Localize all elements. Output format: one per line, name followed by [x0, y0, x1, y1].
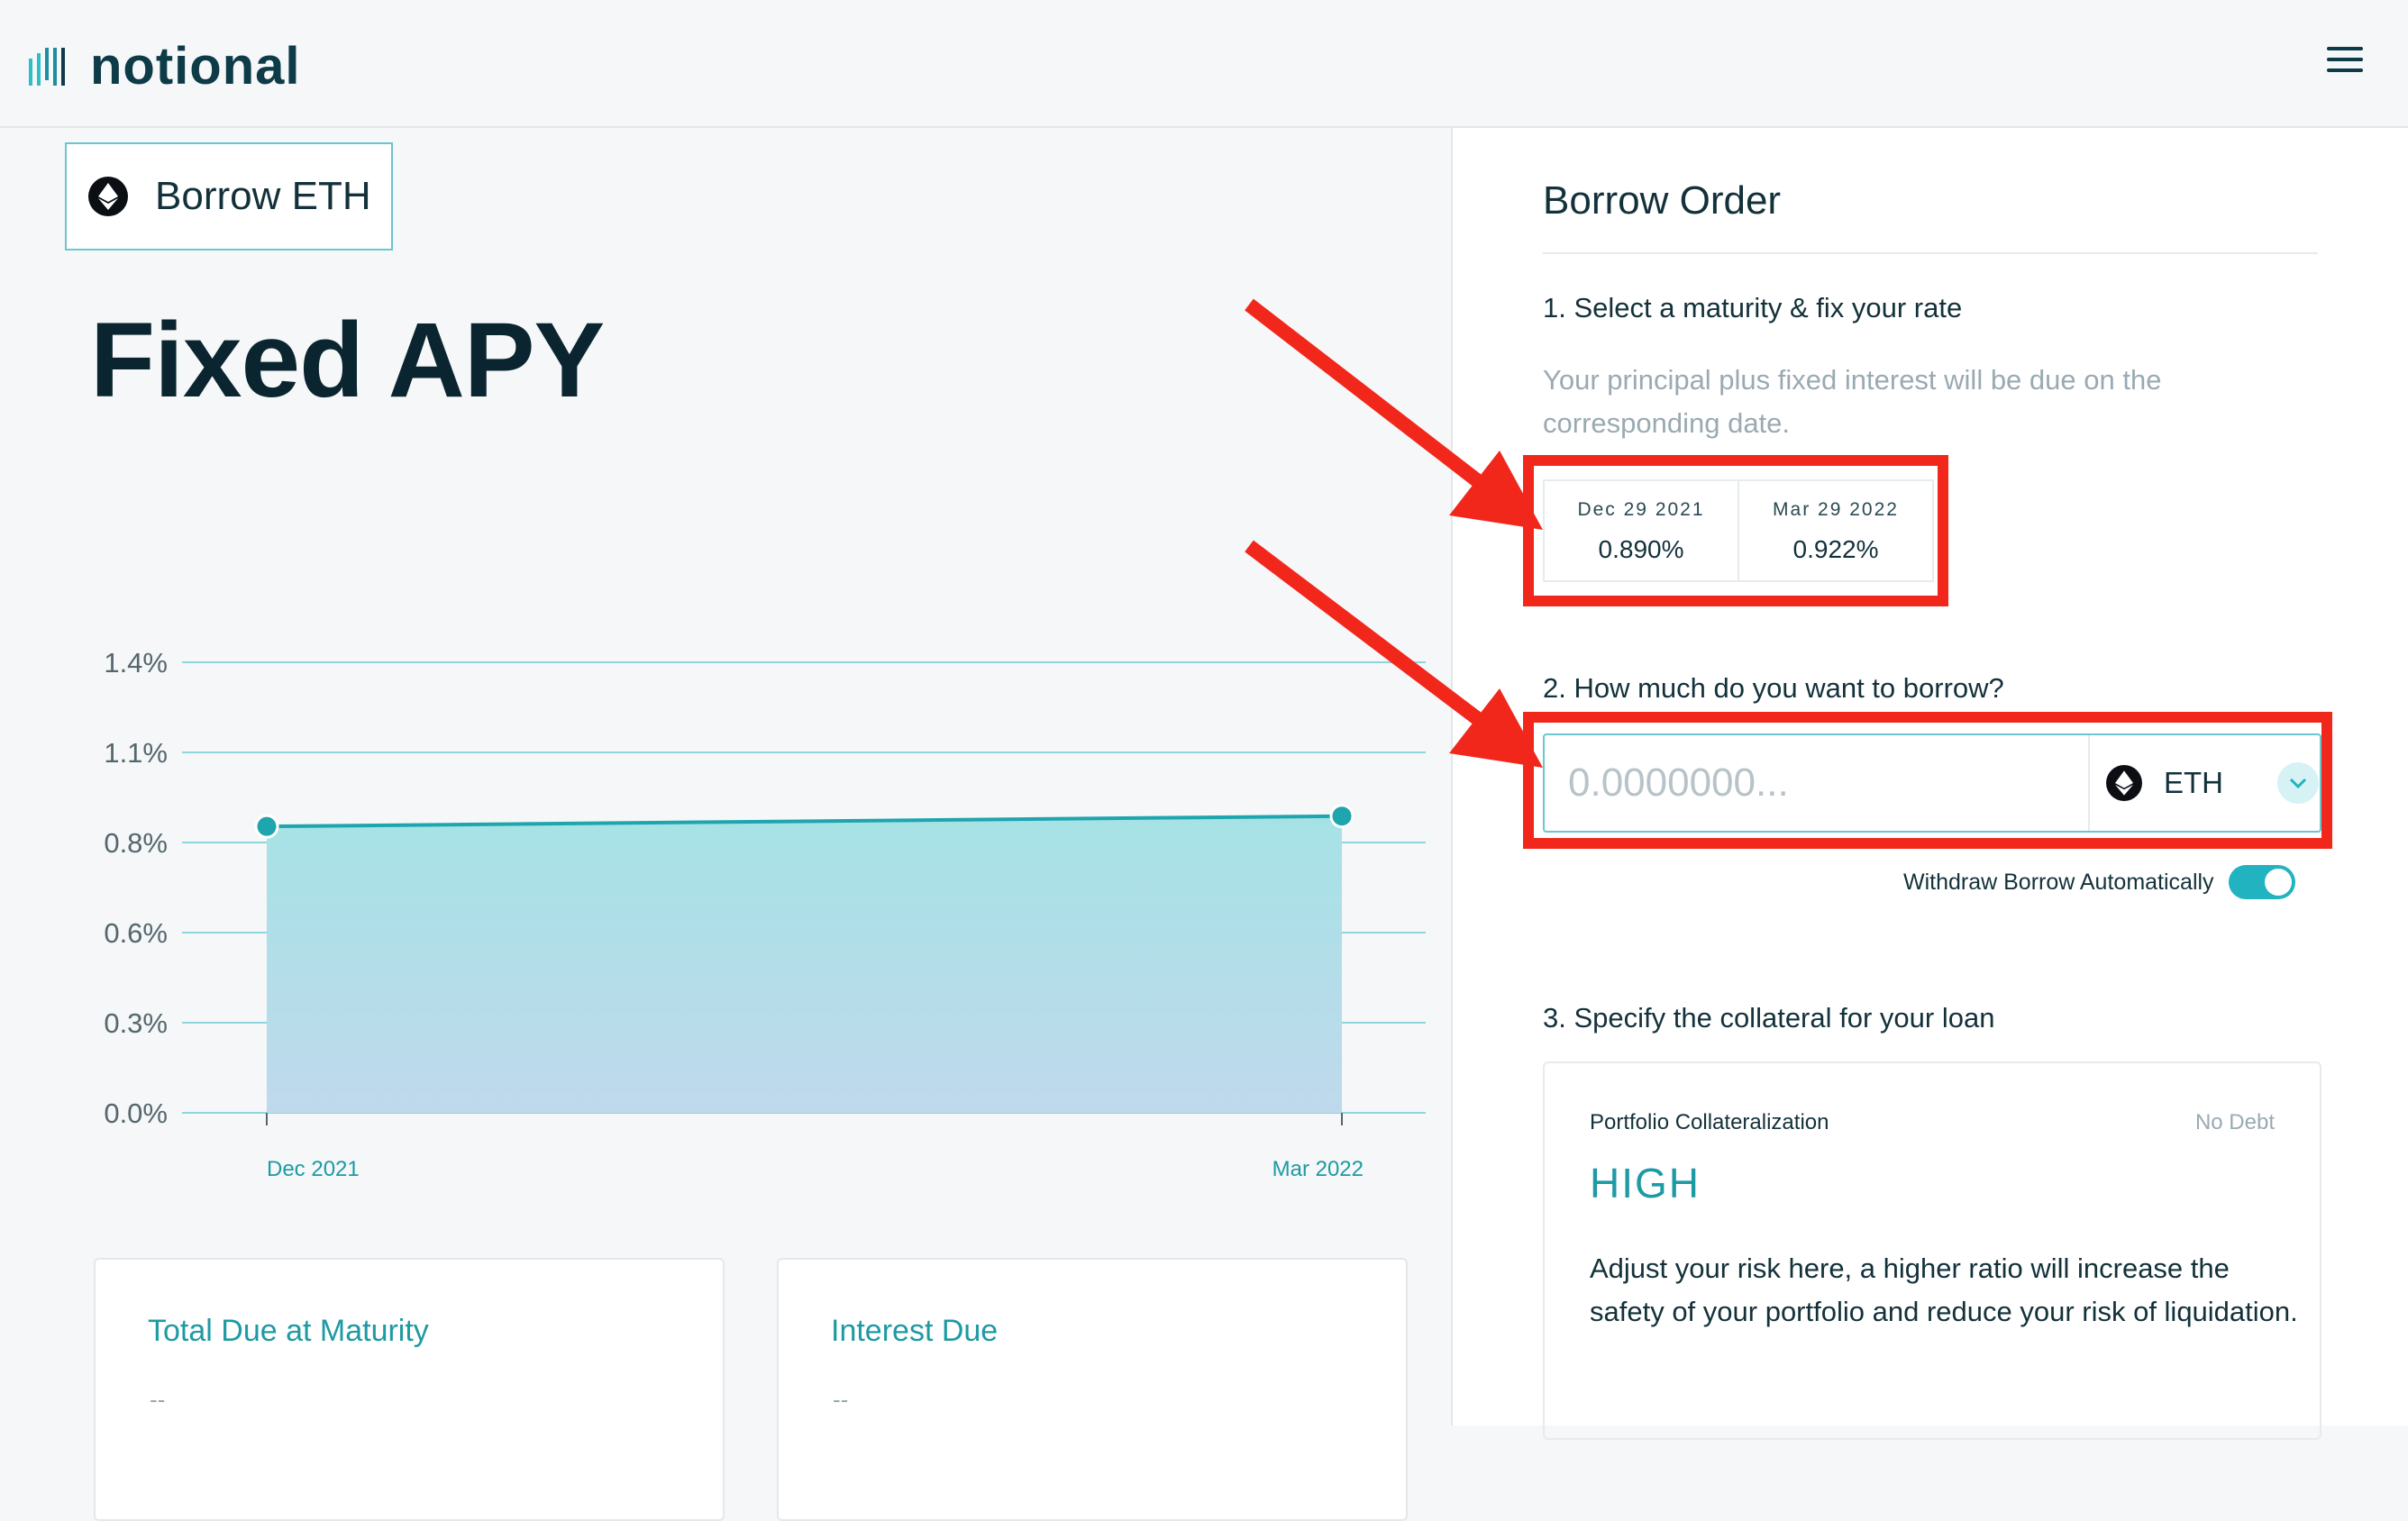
borrow-order-panel: Borrow Order 1. Select a maturity & fix … [1451, 128, 2408, 1440]
fixed-apy-chart: 1.4% 1.1% 0.8% 0.6% 0.3% 0.0% Dec 2021 Mar 2022 [81, 615, 1451, 1200]
divider [1543, 252, 2318, 254]
maturity-selector: Dec 29 2021 0.890% Mar 29 2022 0.922% [1543, 479, 1934, 582]
maturity-option-mar-2022[interactable]: Mar 29 2022 0.922% [1739, 481, 1932, 580]
asset-badge[interactable]: Borrow ETH [65, 142, 393, 250]
step2-label: 2. How much do you want to borrow? [1543, 672, 2004, 704]
notional-logo-icon [29, 47, 65, 86]
withdraw-toggle-label: Withdraw Borrow Automatically [1903, 869, 2214, 895]
y-tick-label: 0.0% [104, 1097, 168, 1129]
step1-label: 1. Select a maturity & fix your rate [1543, 292, 1963, 323]
withdraw-toggle-row: Withdraw Borrow Automatically [1903, 865, 2295, 899]
step1-help: Your principal plus fixed interest will … [1543, 364, 2162, 439]
total-due-title: Total Due at Maturity [148, 1314, 429, 1348]
logo[interactable]: notional [27, 36, 301, 96]
interest-due-title: Interest Due [831, 1314, 999, 1348]
borrow-amount-input[interactable] [1545, 735, 2088, 831]
maturity-rate: 0.890% [1598, 535, 1684, 563]
maturity-date: Mar 29 2022 [1773, 499, 1899, 520]
total-due-value: -- [150, 1386, 166, 1413]
total-due-card: Total Due at Maturity -- [94, 1258, 725, 1521]
maturity-option-dec-2021[interactable]: Dec 29 2021 0.890% [1545, 481, 1739, 580]
order-title: Borrow Order [1543, 178, 1782, 223]
chevron-down-icon[interactable] [2277, 762, 2319, 804]
debt-status: No Debt [2194, 1110, 2275, 1134]
data-point [254, 814, 279, 839]
ethereum-icon [88, 177, 128, 216]
interest-due-card: Interest Due -- [777, 1258, 1408, 1521]
y-tick-label: 1.4% [104, 647, 168, 679]
hamburger-menu-icon[interactable] [2327, 47, 2363, 76]
asset-label: Borrow ETH [155, 174, 371, 218]
logo-text: notional [90, 37, 301, 96]
step3-label: 3. Specify the collateral for your loan [1543, 1002, 1995, 1034]
interest-due-value: -- [833, 1386, 849, 1413]
maturity-date: Dec 29 2021 [1577, 499, 1705, 520]
borrow-amount-field: ETH [1543, 733, 2321, 833]
data-point [1329, 804, 1354, 829]
ethereum-icon [2106, 765, 2142, 801]
x-tick-label: Dec 2021 [267, 1157, 360, 1181]
collateral-description: Adjust your risk here, a higher ratio wi… [1590, 1252, 2298, 1327]
chart-canvas: 1.4% 1.1% 0.8% 0.6% 0.3% 0.0% Dec 2021 Mar 2022 [104, 647, 1426, 1181]
y-tick-label: 0.3% [104, 1007, 168, 1039]
y-tick-label: 0.6% [104, 917, 168, 949]
left-panel: Borrow ETH Fixed APY 1.4% 1.1% 0.8% 0.6% 0.3… [0, 128, 1451, 1521]
top-bar: notional [0, 0, 2408, 128]
x-tick-label: Mar 2022 [1272, 1157, 1364, 1181]
toggle-knob [2264, 869, 2292, 896]
collateral-card: Portfolio Collateralization No Debt HIGH… [1543, 1061, 2321, 1440]
maturity-rate: 0.922% [1792, 535, 1879, 563]
page-title: Fixed APY [90, 301, 605, 420]
withdraw-toggle[interactable] [2228, 865, 2295, 899]
currency-label: ETH [2164, 766, 2223, 799]
y-tick-label: 0.8% [104, 827, 168, 859]
collateral-heading: Portfolio Collateralization [1590, 1110, 1829, 1134]
currency-select[interactable]: ETH [2088, 735, 2320, 831]
collateral-level: HIGH [1590, 1160, 1701, 1207]
area-fill [267, 815, 1342, 1113]
y-tick-label: 1.1% [104, 737, 168, 769]
